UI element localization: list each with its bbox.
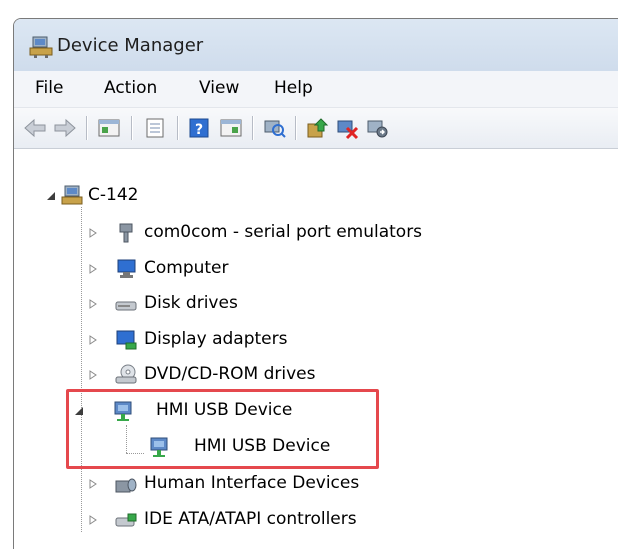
device-manager-icon — [29, 36, 53, 58]
tree-item-hmi-usb-device[interactable]: HMI USB Device — [146, 433, 386, 463]
show-action-pane-icon[interactable] — [218, 116, 244, 140]
properties-icon[interactable] — [142, 116, 168, 140]
hid-icon — [115, 478, 137, 493]
tree-item-label: Computer — [144, 258, 229, 278]
tree-root-label: C-142 — [88, 185, 139, 205]
tree-item-display-adapters[interactable]: Display adapters — [88, 326, 388, 356]
tree-item-label: DVD/CD-ROM drives — [144, 364, 316, 384]
tree-item-label: Display adapters — [144, 329, 288, 349]
tree-item-dvd-drives[interactable]: DVD/CD-ROM drives — [88, 361, 388, 391]
collapse-arrow-icon[interactable] — [74, 406, 84, 416]
disk-drive-icon — [115, 301, 137, 311]
menu-action[interactable]: Action — [104, 78, 157, 98]
show-hide-console-tree-icon[interactable] — [96, 116, 122, 140]
window-title: Device Manager — [57, 35, 204, 56]
scan-hardware-icon[interactable] — [262, 116, 288, 140]
tree-item-label: HMI USB Device — [194, 436, 331, 456]
expand-arrow-icon[interactable] — [88, 335, 98, 345]
forward-icon[interactable] — [52, 116, 78, 140]
menu-bar: File Action View Help — [14, 71, 618, 108]
expand-arrow-icon[interactable] — [88, 264, 98, 274]
tree-item-hmi-usb-device-category[interactable]: HMI USB Device — [74, 397, 374, 427]
tree-item-label: IDE ATA/ATAPI controllers — [144, 509, 357, 529]
back-icon[interactable] — [22, 116, 48, 140]
tree-item-ide-controllers[interactable]: IDE ATA/ATAPI controllers — [88, 506, 448, 536]
tree-item-label: Human Interface Devices — [144, 473, 360, 493]
tree-item-computer[interactable]: Computer — [88, 255, 388, 285]
tree-root-node[interactable]: C-142 — [46, 182, 346, 212]
expand-arrow-icon[interactable] — [88, 479, 98, 489]
port-icon — [119, 223, 133, 243]
menu-help[interactable]: Help — [274, 78, 313, 98]
expand-arrow-icon[interactable] — [88, 515, 98, 525]
help-icon[interactable]: ? — [186, 116, 212, 140]
menu-file[interactable]: File — [35, 78, 63, 98]
dvd-drive-icon — [115, 364, 137, 384]
uninstall-icon[interactable] — [335, 116, 361, 140]
tree-item-label: com0com - serial port emulators — [144, 222, 423, 242]
update-driver-icon[interactable] — [305, 116, 331, 140]
expand-arrow-icon[interactable] — [88, 370, 98, 380]
usb-device-icon — [150, 437, 168, 457]
tree-item-com0com[interactable]: com0com - serial port emulators — [88, 219, 518, 249]
tree-item-label: Disk drives — [144, 293, 238, 313]
ide-controller-icon — [115, 513, 137, 527]
expand-arrow-icon[interactable] — [88, 228, 98, 238]
computer-icon — [117, 259, 136, 278]
computer-node-icon — [61, 185, 83, 205]
tree-item-human-interface-devices[interactable]: Human Interface Devices — [88, 470, 448, 500]
usb-device-icon — [114, 401, 132, 421]
tree-item-disk-drives[interactable]: Disk drives — [88, 290, 388, 320]
title-bar[interactable]: Device Manager — [14, 19, 618, 71]
menu-view[interactable]: View — [199, 78, 239, 98]
expand-arrow-icon[interactable] — [88, 299, 98, 309]
tree-item-label: HMI USB Device — [156, 400, 293, 420]
toolbar: ? — [14, 108, 618, 149]
display-adapter-icon — [116, 330, 137, 350]
collapse-arrow-icon[interactable] — [46, 191, 56, 201]
svg-text:?: ? — [195, 122, 203, 138]
disable-icon[interactable] — [365, 116, 391, 140]
